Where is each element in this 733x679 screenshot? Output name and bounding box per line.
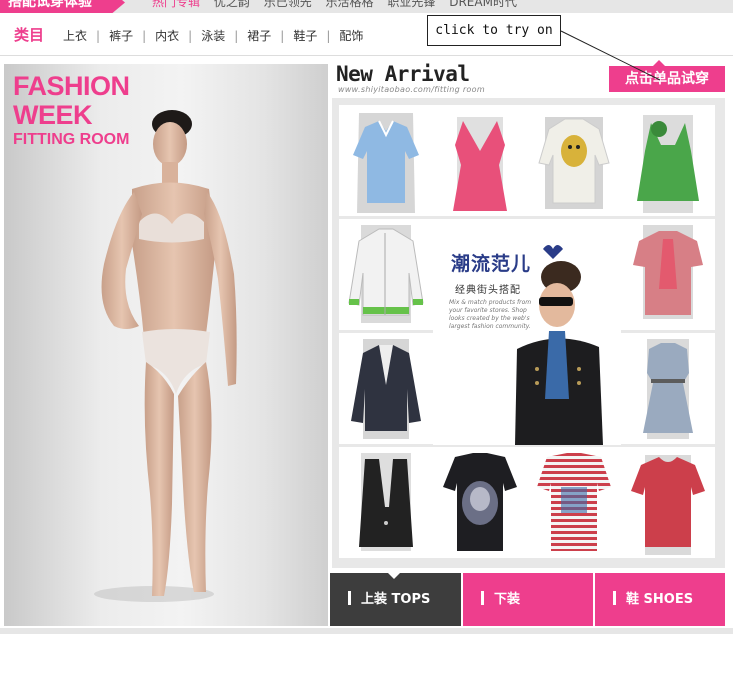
red-striped-tee-image <box>537 453 611 551</box>
tab-bottoms-label: 下装 BOTTOMS <box>481 592 554 660</box>
product-item[interactable] <box>527 447 621 558</box>
banner-title: 潮流范儿 <box>451 253 532 275</box>
top-link-1[interactable]: 优之韵 <box>214 0 250 9</box>
black-print-tee-image <box>443 453 517 551</box>
tab-tops[interactable]: 上装 TOPS <box>330 573 461 626</box>
product-item[interactable] <box>621 333 715 444</box>
top-link-2[interactable]: 乐已领先 <box>264 0 312 9</box>
tab-bar-icon <box>481 591 484 605</box>
tab-shoes-label: 鞋 SHOES <box>626 592 694 607</box>
product-item[interactable] <box>621 219 715 330</box>
try-on-tooltip: click to try on <box>427 15 561 46</box>
separator: | <box>234 29 239 43</box>
tab-bottoms[interactable]: 下装 BOTTOMS <box>463 573 593 660</box>
separator: | <box>96 29 101 43</box>
top-link-hot[interactable]: 热门专辑 <box>152 0 200 9</box>
bottom-divider <box>0 628 733 634</box>
separator: | <box>326 29 331 43</box>
denim-dress-image <box>643 339 693 439</box>
category-links: 上衣 | 裤子 | 内衣 | 泳装 | 裙子 | 鞋子 | 配饰 <box>63 27 363 44</box>
new-arrival-title: New Arrival <box>336 62 470 86</box>
top-nav-links: 热门专辑 优之韵 乐已领先 乐活格格 职业先锋 DREAM时代 <box>152 0 527 13</box>
category-shoes[interactable]: 鞋子 <box>293 27 317 44</box>
new-arrival-url: www.shiyitaobao.com/fitting room <box>338 85 485 94</box>
product-item[interactable] <box>339 105 433 216</box>
separator: | <box>142 29 147 43</box>
product-item[interactable] <box>433 105 527 216</box>
top-link-3[interactable]: 乐活格格 <box>326 0 374 9</box>
pink-drape-dress-image <box>453 117 507 211</box>
category-skirts[interactable]: 裙子 <box>247 27 271 44</box>
category-swimwear[interactable]: 泳装 <box>201 27 225 44</box>
banner-subtitle: 经典街头搭配 <box>455 285 521 296</box>
category-tops[interactable]: 上衣 <box>63 27 87 44</box>
black-basic-tee-image <box>631 455 705 555</box>
category-row: 类目 上衣 | 裤子 | 内衣 | 泳装 | 裙子 | 鞋子 | 配饰 <box>0 13 733 56</box>
product-item[interactable] <box>621 105 715 216</box>
model-fitting-panel[interactable]: FASHION WEEK FITTING ROOM <box>4 64 328 626</box>
product-item[interactable] <box>433 447 527 558</box>
category-pants[interactable]: 裤子 <box>109 27 133 44</box>
navy-blazer-image <box>351 339 421 439</box>
top-link-4[interactable]: 职业先锋 <box>387 0 435 9</box>
banner-description: Mix & match products from your favorite … <box>449 299 532 330</box>
green-ruffle-top-image <box>637 115 699 213</box>
separator: | <box>188 29 193 43</box>
product-item[interactable] <box>339 219 433 330</box>
product-item[interactable] <box>339 447 433 558</box>
logo-line-3: FITTING ROOM <box>13 131 130 148</box>
logo-line-1: FASHION <box>13 71 130 101</box>
floral-ruffle-blouse-image <box>633 225 703 319</box>
try-on-button[interactable]: 点击单品试穿 <box>609 60 725 92</box>
product-grid: 潮流范儿 经典街头搭配 Mix & match products from yo… <box>332 98 725 568</box>
white-leopard-tee-image <box>538 117 610 209</box>
product-item[interactable] <box>621 447 715 558</box>
tab-bar-icon <box>613 591 616 605</box>
category-underwear[interactable]: 内衣 <box>155 27 179 44</box>
brand-label: 搭配试穿体验 <box>0 0 125 13</box>
category-title: 类目 <box>14 26 45 44</box>
product-item[interactable] <box>339 333 433 444</box>
category-tabs: 上装 TOPS 下装 BOTTOMS 鞋 SHOES <box>330 573 725 660</box>
tab-tops-label: 上装 TOPS <box>361 592 431 607</box>
fashion-week-logo: FASHION WEEK FITTING ROOM <box>13 72 130 149</box>
blue-polo-shirt-image <box>353 113 419 213</box>
white-green-track-jacket-image <box>348 225 424 323</box>
black-vest-image <box>359 453 413 551</box>
logo-line-2: WEEK <box>13 100 92 130</box>
tab-shoes[interactable]: 鞋 SHOES <box>595 573 725 626</box>
street-style-banner[interactable]: 潮流范儿 经典街头搭配 Mix & match products from yo… <box>433 219 621 445</box>
tab-bar-icon <box>348 591 351 605</box>
product-item[interactable] <box>527 105 621 216</box>
category-accessories[interactable]: 配饰 <box>339 27 363 44</box>
top-link-5[interactable]: DREAM时代 <box>449 0 517 9</box>
top-nav-bar: 搭配试穿体验 热门专辑 优之韵 乐已领先 乐活格格 职业先锋 DREAM时代 <box>0 0 733 13</box>
separator: | <box>280 29 285 43</box>
